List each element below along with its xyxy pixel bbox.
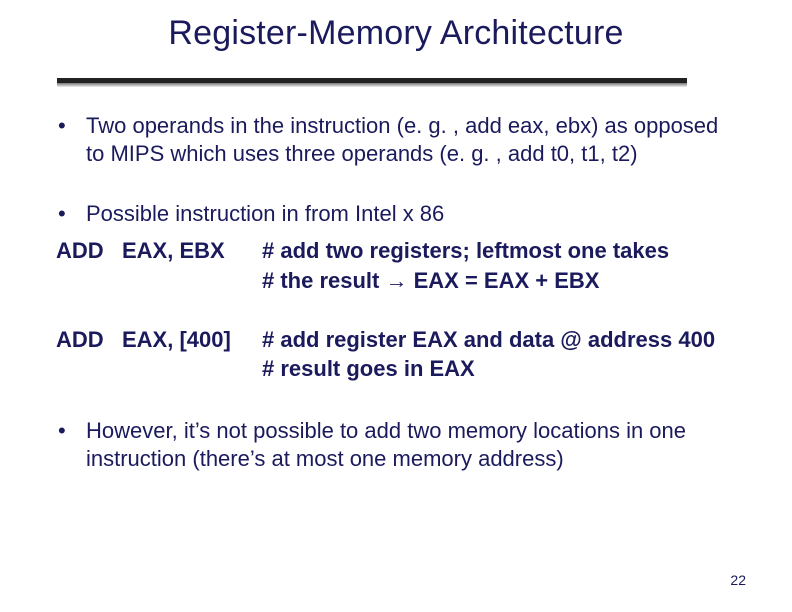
- code-1-instruction: ADD EAX, EBX: [56, 236, 256, 294]
- bullet-1: • Two operands in the instruction (e. g.…: [56, 112, 736, 168]
- block-3: • However, it’s not possible to add two …: [56, 417, 736, 473]
- bullet-3-text: However, it’s not possible to add two me…: [86, 417, 736, 473]
- code-2-comment-line-2: # result goes in EAX: [262, 354, 736, 383]
- code-2-instruction: ADD EAX, [400]: [56, 325, 256, 383]
- code-1-comment: # add two registers; leftmost one takes …: [262, 236, 736, 294]
- bullet-1-text: Two operands in the instruction (e. g. ,…: [86, 112, 736, 168]
- code-1-comment-line-2: # the result → EAX = EAX + EBX: [262, 266, 736, 295]
- code-1-comment-post: EAX = EAX + EBX: [407, 268, 599, 293]
- code-2-comment-line-1: # add register EAX and data @ address 40…: [262, 325, 736, 354]
- spacer: [56, 295, 736, 325]
- bullet-dot: •: [56, 417, 86, 473]
- slide-title: Register-Memory Architecture: [0, 14, 792, 53]
- slide-body: • Two operands in the instruction (e. g.…: [56, 112, 736, 481]
- code-example-1: ADD EAX, EBX # add two registers; leftmo…: [56, 236, 736, 294]
- divider-shadow: [57, 83, 687, 87]
- code-1-comment-pre: # the result: [262, 268, 385, 293]
- title-divider: [57, 78, 687, 86]
- bullet-dot: •: [56, 112, 86, 168]
- bullet-2: • Possible instruction in from Intel x 8…: [56, 200, 736, 228]
- code-1-comment-line-1: # add two registers; leftmost one takes: [262, 236, 736, 265]
- bullet-dot: •: [56, 200, 86, 228]
- bullet-3: • However, it’s not possible to add two …: [56, 417, 736, 473]
- block-2: • Possible instruction in from Intel x 8…: [56, 200, 736, 382]
- code-2-comment: # add register EAX and data @ address 40…: [262, 325, 736, 383]
- code-example-2: ADD EAX, [400] # add register EAX and da…: [56, 325, 736, 383]
- page-number: 22: [730, 572, 746, 588]
- bullet-2-text: Possible instruction in from Intel x 86: [86, 200, 736, 228]
- slide: Register-Memory Architecture • Two opera…: [0, 0, 792, 612]
- arrow-right-icon: →: [385, 266, 407, 295]
